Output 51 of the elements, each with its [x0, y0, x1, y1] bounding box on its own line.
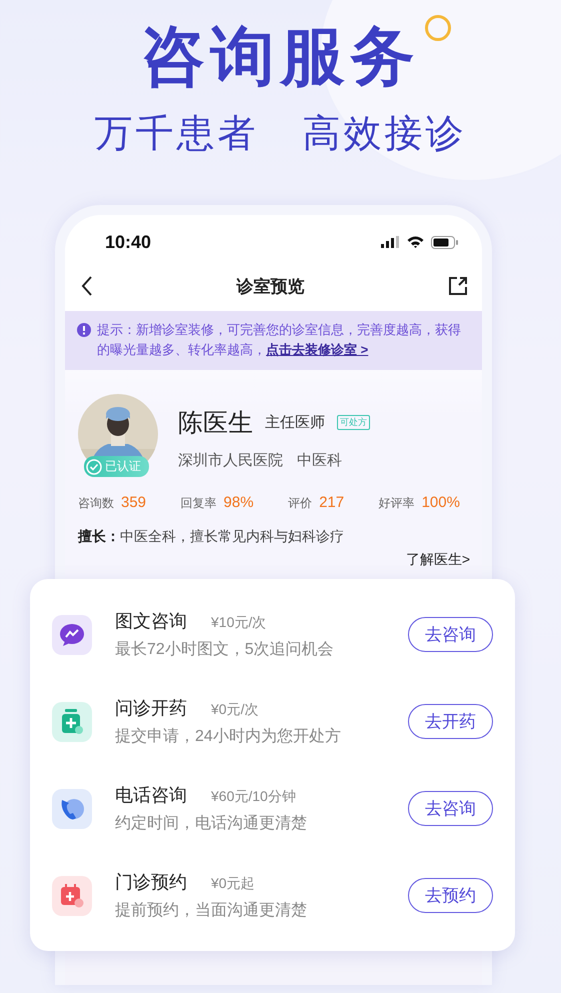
ring-decoration [425, 15, 451, 41]
stat-label: 评价 [288, 495, 312, 512]
service-price: ¥0元起 [211, 875, 255, 893]
service-description: 约定时间，电话沟通更清楚 [115, 814, 308, 834]
service-description: 提前预约，当面沟通更清楚 [115, 900, 308, 921]
service-description: 最长72小时图文，5次追问机会 [115, 640, 335, 660]
medicine-bottle-icon [61, 708, 83, 734]
service-name: 门诊预约 [115, 871, 187, 894]
service-name: 电话咨询 [115, 784, 187, 807]
service-price: ¥0元/次 [211, 701, 258, 719]
service-description: 提交申请，24小时内为您开处方 [115, 726, 342, 747]
battery-icon [431, 236, 458, 248]
chat-bubble-icon [59, 622, 85, 646]
stat-label: 咨询数 [78, 495, 114, 512]
stat-value: 359 [121, 494, 146, 511]
service-button[interactable]: 去咨询 [408, 791, 493, 826]
department-name: 中医科 [297, 451, 342, 470]
service-button[interactable]: 去咨询 [408, 617, 493, 652]
stat-value: 100% [422, 494, 460, 511]
decorate-link[interactable]: 点击去装修诊室 > [266, 342, 368, 357]
stat-value: 217 [319, 494, 344, 511]
service-price: ¥60元/10分钟 [211, 788, 296, 806]
page-title: 诊室预览 [236, 276, 304, 298]
doctor-title: 主任医师 [265, 413, 325, 432]
headline: 咨询服务 [140, 19, 420, 94]
service-button[interactable]: 去开药 [408, 704, 493, 739]
exclamation-icon [77, 323, 91, 337]
share-icon[interactable] [448, 276, 468, 296]
doctor-more-link[interactable]: 了解医生> [406, 551, 470, 567]
wifi-icon [407, 236, 424, 248]
prescription-tag: 可处方 [337, 415, 370, 430]
back-icon[interactable] [81, 276, 93, 296]
specialty-label: 擅长： [78, 528, 120, 546]
service-button[interactable]: 去预约 [408, 878, 493, 913]
tip-text: 提示：新增诊室装修，可完善您的诊室信息，完善度越高，获得的曝光量越多、转化率越高，点击去装修诊室 > [97, 321, 462, 359]
specialty-text: 中医全科，擅长常见内科与妇科诊疗 [120, 528, 344, 546]
subtitle: 高效接诊 [302, 112, 466, 157]
stat-label: 回复率 [180, 495, 217, 512]
service-name: 问诊开药 [115, 697, 187, 720]
service-name: 图文咨询 [115, 610, 187, 633]
doctor-name: 陈医生 [178, 408, 253, 439]
hospital-name: 深圳市人民医院 [178, 451, 283, 470]
signal-icon [381, 236, 400, 248]
stat-value: 98% [224, 494, 254, 511]
stat-label: 好评率 [378, 495, 415, 512]
status-time: 10:40 [105, 232, 152, 252]
service-price: ¥10元/次 [211, 614, 266, 632]
verified-badge: 已认证 [84, 456, 149, 477]
calendar-icon [60, 884, 84, 908]
check-icon [86, 458, 102, 474]
subtitle: 万千患者 [94, 112, 258, 157]
